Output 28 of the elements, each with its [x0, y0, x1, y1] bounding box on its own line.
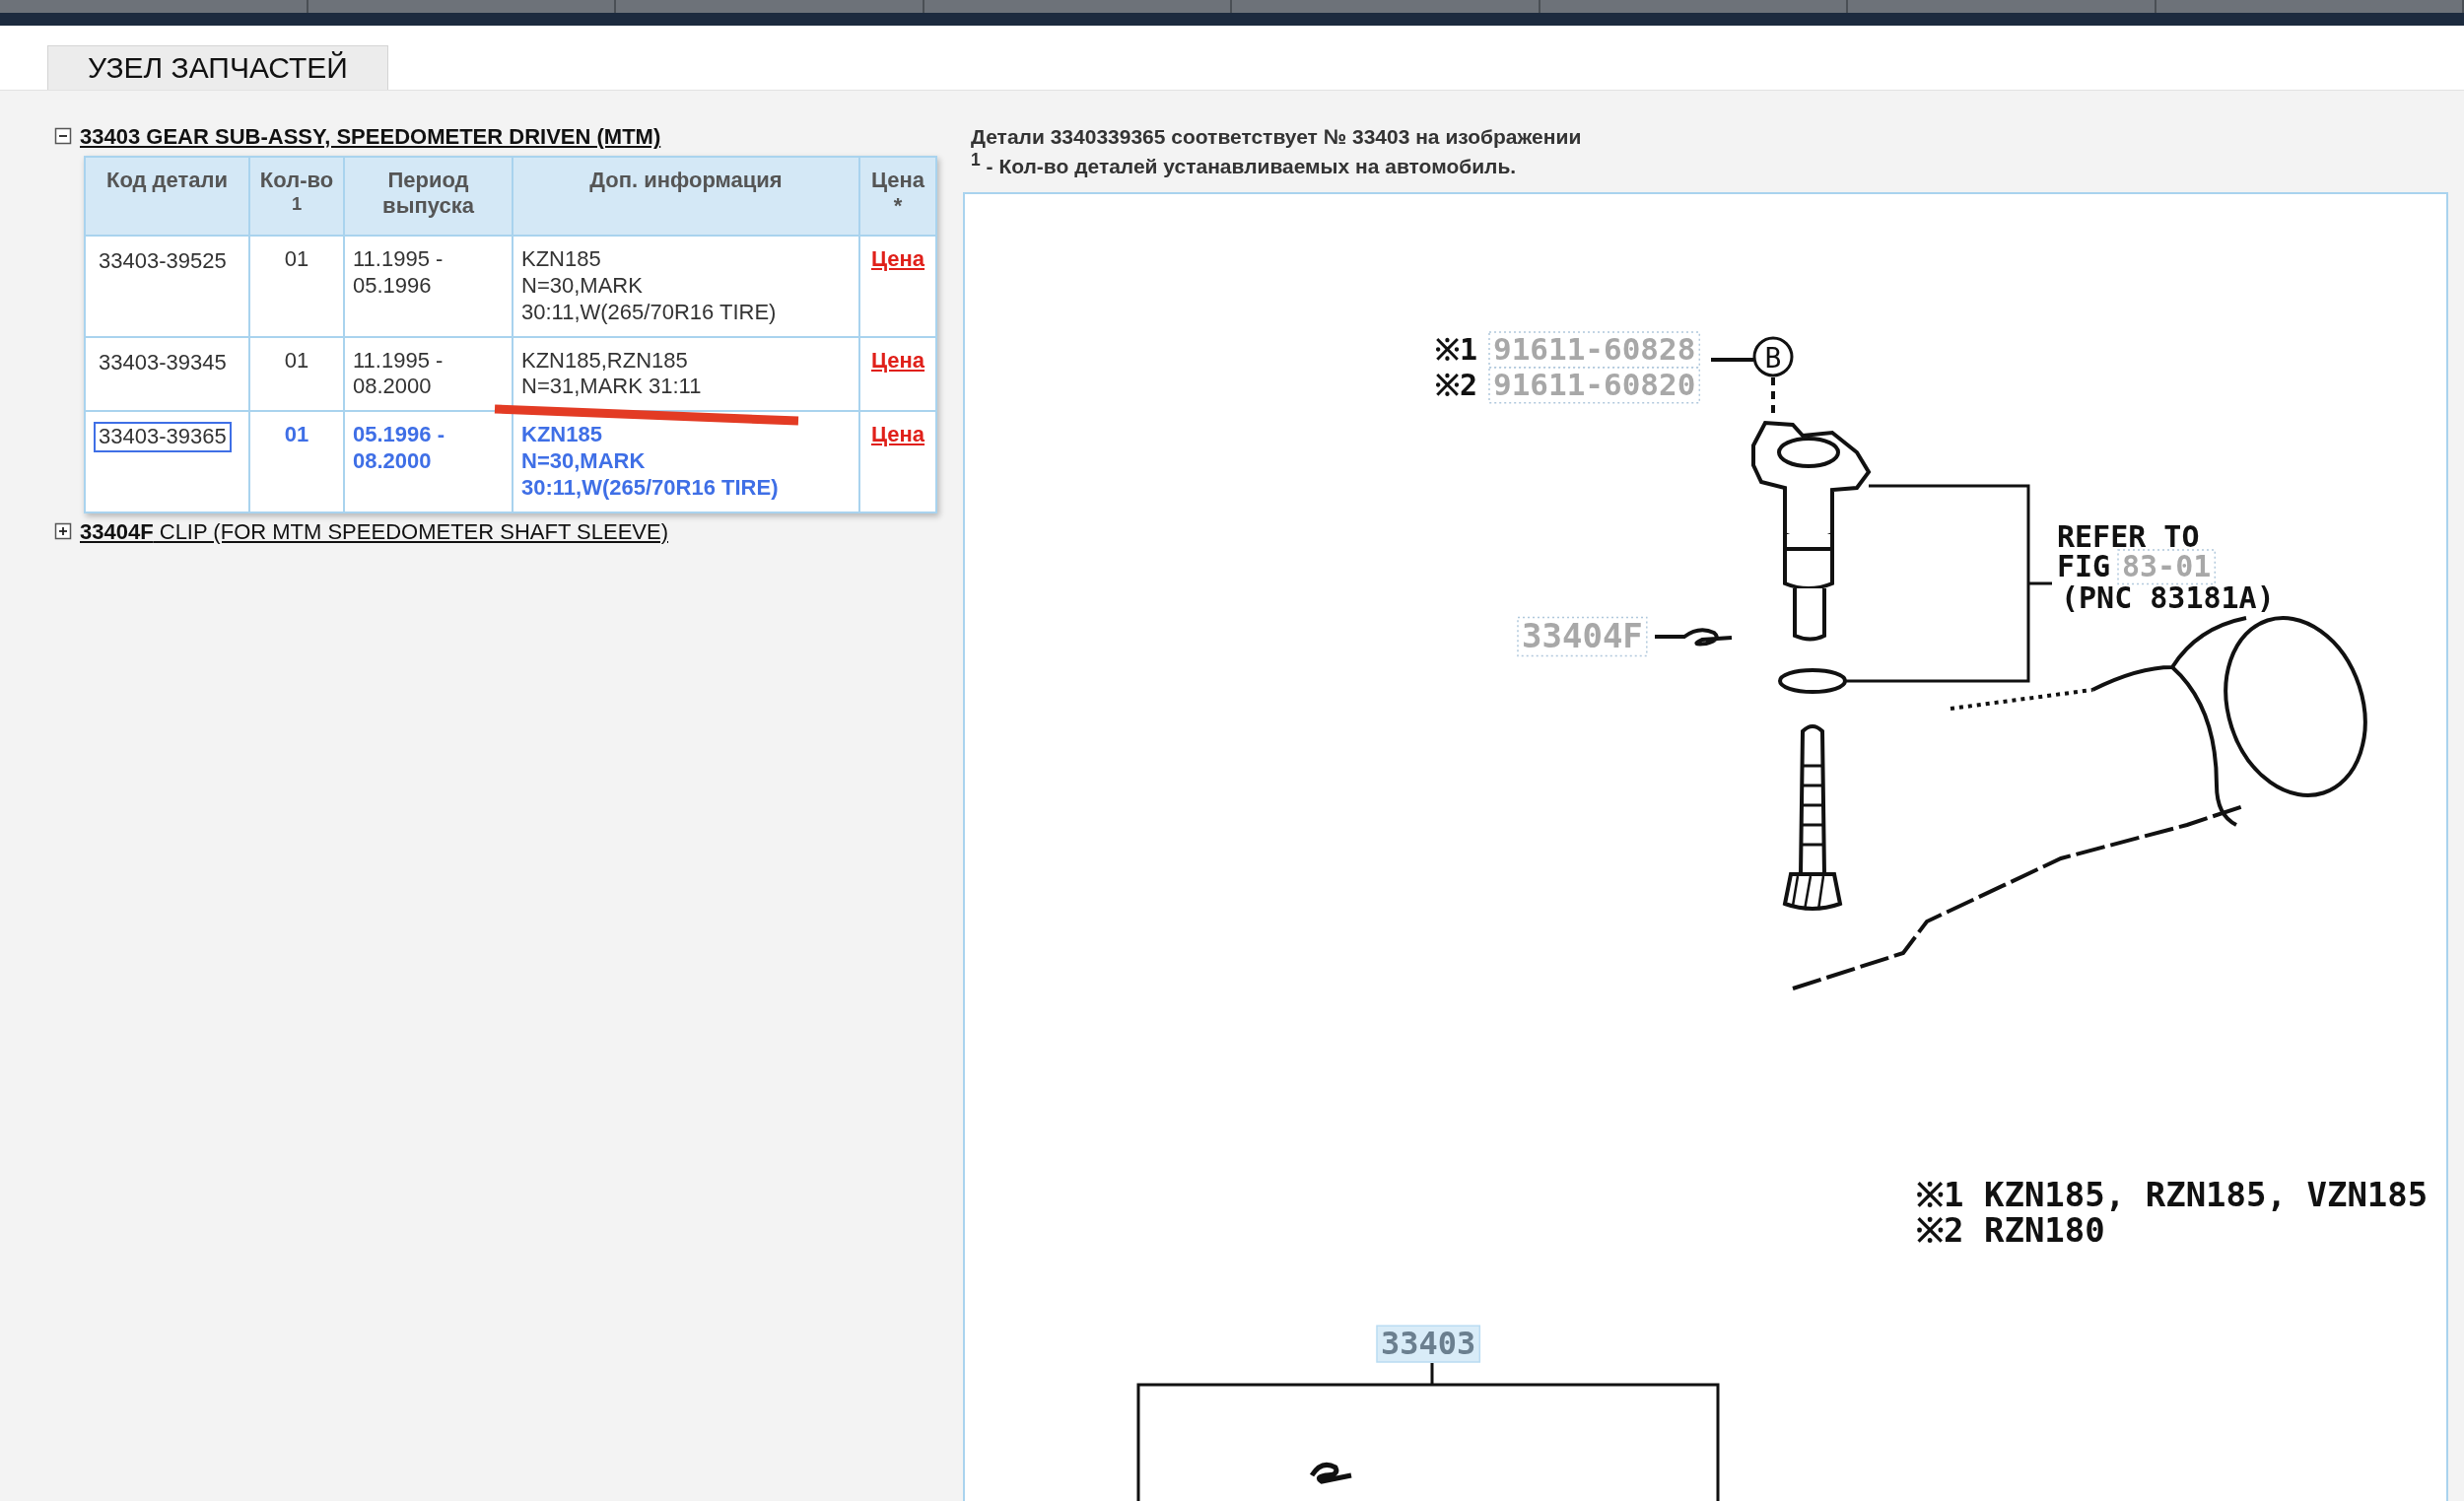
expand-icon[interactable] — [54, 521, 74, 542]
column-header: Код детали — [85, 157, 249, 237]
note-mark: ※2 — [1435, 367, 1478, 402]
table-cell: 05.1996 - 08.2000 — [344, 411, 513, 512]
note-mark: ※1 — [1435, 331, 1478, 367]
table-cell: 01 — [249, 336, 344, 412]
table-cell: 01 — [249, 236, 344, 337]
table-cell: 11.1995 - 05.1996 — [344, 236, 513, 337]
footnote: $^{1}$ - Кол-во деталей устанавливаемых на автомобиль. — [970, 150, 1518, 180]
match-note: Детали 3340339365 соответствует № 33403 на изображении — [970, 124, 1583, 150]
section-tab[interactable]: УЗЕЛ ЗАПЧАСТЕЙ — [47, 45, 388, 90]
price-link[interactable]: Цена — [870, 246, 925, 272]
part-number-link[interactable]: 33403 — [1376, 1324, 1481, 1363]
column-header: Доп. информация — [513, 157, 859, 237]
column-header: Период выпуска — [344, 157, 513, 237]
part-code[interactable]: 33403-39365 — [94, 422, 232, 453]
collapse-icon[interactable] — [54, 127, 74, 147]
price-link[interactable]: Цена — [870, 422, 925, 447]
reference-circle: B — [1752, 336, 1794, 376]
part-group-link[interactable]: 33404F CLIP (FOR MTM SPEEDOMETER SHAFT SLEEVE) — [80, 518, 668, 545]
table-cell: 11.1995 - 08.2000 — [344, 336, 513, 412]
clip-drawing — [1309, 1462, 1352, 1483]
table-cell: KZN185 N=30,MARK 30:11,W(265/70R16 TIRE) — [513, 236, 859, 337]
leader-line — [1711, 357, 1753, 362]
table-cell: 01 — [249, 411, 344, 512]
table-cell: KZN185 N=30,MARK 30:11,W(265/70R16 TIRE) — [513, 411, 859, 512]
column-header: Цена * — [859, 157, 936, 237]
part-group-link[interactable]: 33403 GEAR SUB-ASSY, SPEEDOMETER DRIVEN (MTM) — [80, 124, 661, 150]
